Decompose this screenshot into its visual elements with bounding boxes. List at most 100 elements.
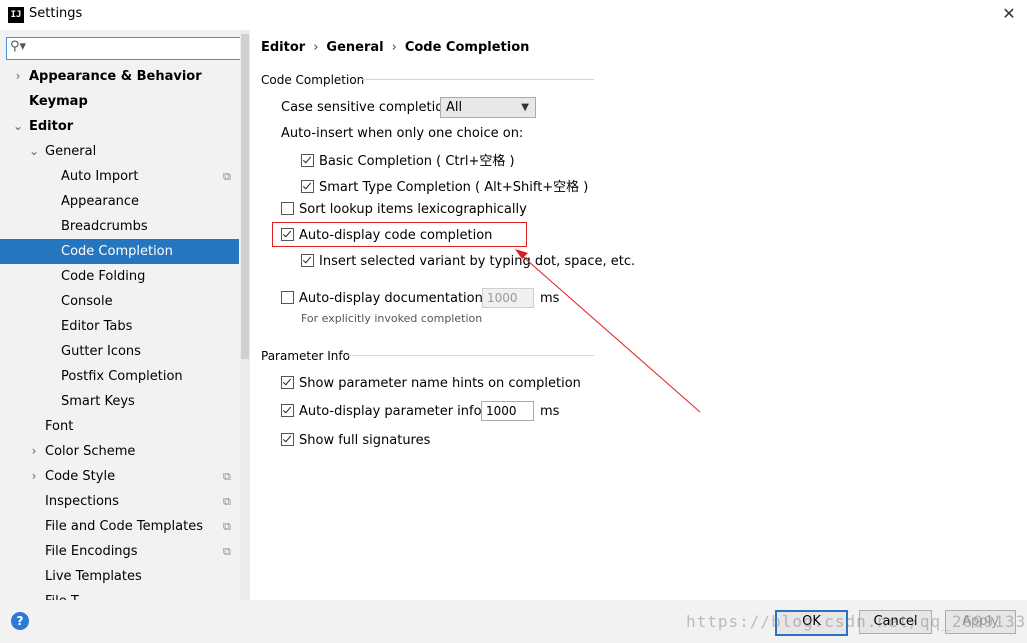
sidebar-item-code-style[interactable]: › Code Style ⧉ xyxy=(0,464,239,489)
show-hints-checkbox[interactable] xyxy=(281,376,294,389)
sidebar-item-label: Code Completion xyxy=(61,244,173,259)
sidebar-item-label: Code Folding xyxy=(61,269,146,284)
show-hints-option[interactable]: Show parameter name hints on completion xyxy=(281,376,581,391)
sidebar-item-label: Editor xyxy=(29,119,74,134)
sidebar-item-editor-tabs[interactable]: Editor Tabs xyxy=(0,314,239,339)
sidebar-item-label: Breadcrumbs xyxy=(61,219,148,234)
sidebar-item-file-encodings[interactable]: File Encodings ⧉ xyxy=(0,539,239,564)
auto-display-docs-label: Auto-display documentation in xyxy=(299,291,499,306)
sidebar-item-label: Console xyxy=(61,294,113,309)
sidebar-item-label: Appearance xyxy=(61,194,140,209)
sidebar-item-code-folding[interactable]: Code Folding xyxy=(0,264,239,289)
basic-completion-checkbox[interactable] xyxy=(301,154,314,167)
sidebar-item-label: Gutter Icons xyxy=(61,344,141,359)
sidebar-item-keymap[interactable]: Keymap xyxy=(0,89,239,114)
sidebar-item-label: File Encodings xyxy=(45,544,138,559)
sidebar-item-inspections[interactable]: Inspections ⧉ xyxy=(0,489,239,514)
chevron-right-icon[interactable]: › xyxy=(12,64,24,89)
auto-display-completion-checkbox[interactable] xyxy=(281,228,294,241)
show-signatures-option[interactable]: Show full signatures xyxy=(281,433,430,448)
sidebar-item-appearance[interactable]: Appearance xyxy=(0,189,239,214)
auto-display-docs-checkbox[interactable] xyxy=(281,291,294,304)
project-scope-icon: ⧉ xyxy=(223,470,231,483)
case-sensitive-label: Case sensitive completion: xyxy=(281,100,456,115)
case-sensitive-value: All xyxy=(446,100,463,115)
chevron-down-icon[interactable]: ⌄ xyxy=(12,114,24,139)
dialog-footer: ? OK Cancel Apply xyxy=(0,600,1027,643)
breadcrumb-general[interactable]: General xyxy=(326,40,383,55)
basic-completion-option[interactable]: Basic Completion ( Ctrl+空格 ) xyxy=(301,150,515,169)
docs-delay-input[interactable] xyxy=(482,288,534,308)
sidebar-item-label: Keymap xyxy=(29,94,88,109)
basic-completion-label: Basic Completion ( Ctrl+空格 ) xyxy=(319,154,515,169)
sidebar-item-breadcrumbs[interactable]: Breadcrumbs xyxy=(0,214,239,239)
param-info-delay-unit: ms xyxy=(540,404,560,419)
sidebar-item-label: Code Style xyxy=(45,469,116,484)
sidebar-item-editor[interactable]: ⌄ Editor xyxy=(0,114,239,139)
insert-selected-variant-checkbox[interactable] xyxy=(301,254,314,267)
auto-insert-label: Auto-insert when only one choice on: xyxy=(281,126,524,141)
project-scope-icon: ⧉ xyxy=(223,520,231,533)
case-sensitive-dropdown[interactable]: All ▼ xyxy=(440,97,536,118)
sidebar-item-label: Appearance & Behavior xyxy=(29,69,202,84)
search-input[interactable] xyxy=(33,40,237,58)
sidebar-item-label: File T... xyxy=(45,589,90,600)
show-hints-label: Show parameter name hints on completion xyxy=(299,376,581,391)
chevron-right-icon[interactable]: › xyxy=(28,439,40,464)
auto-display-param-info-label: Auto-display parameter info in xyxy=(299,404,498,419)
chevron-down-icon: ▼ xyxy=(521,102,529,113)
ok-button[interactable]: OK xyxy=(775,610,848,636)
auto-display-completion-option[interactable]: Auto-display code completion xyxy=(281,228,492,243)
insert-selected-variant-option[interactable]: Insert selected variant by typing dot, s… xyxy=(301,254,635,269)
sidebar-item-file-t[interactable]: File T... xyxy=(0,589,239,600)
sidebar-item-gutter-icons[interactable]: Gutter Icons xyxy=(0,339,239,364)
auto-display-docs-option[interactable]: Auto-display documentation in xyxy=(281,291,499,306)
section-divider xyxy=(346,355,594,356)
title-bar: IJ Settings ✕ xyxy=(0,0,1027,30)
sidebar-item-code-completion[interactable]: Code Completion xyxy=(0,239,239,264)
sidebar-item-postfix-completion[interactable]: Postfix Completion xyxy=(0,364,239,389)
sort-lexicographically-checkbox[interactable] xyxy=(281,202,294,215)
insert-selected-variant-label: Insert selected variant by typing dot, s… xyxy=(319,254,636,269)
sidebar-item-label: Postfix Completion xyxy=(61,369,183,384)
smart-type-completion-label: Smart Type Completion ( Alt+Shift+空格 ) xyxy=(319,180,589,195)
sidebar-item-label: Inspections xyxy=(45,494,119,509)
sidebar-item-font[interactable]: Font xyxy=(0,414,239,439)
settings-tree: › Appearance & Behavior Keymap ⌄ Editor ⌄ Gene… xyxy=(0,64,239,600)
settings-sidebar: ⚲▾ › Appearance & Behavior Keymap ⌄ Editor ⌄ G… xyxy=(0,30,250,600)
section-divider xyxy=(362,79,594,80)
docs-delay-unit: ms xyxy=(540,291,560,306)
chevron-right-icon[interactable]: › xyxy=(28,464,40,489)
smart-type-completion-option[interactable]: Smart Type Completion ( Alt+Shift+空格 ) xyxy=(301,176,588,195)
docs-hint-text: For explicitly invoked completion xyxy=(301,312,483,325)
sidebar-item-label: Smart Keys xyxy=(61,394,135,409)
sidebar-item-general[interactable]: ⌄ General xyxy=(0,139,239,164)
project-scope-icon: ⧉ xyxy=(223,170,231,183)
sidebar-item-auto-import[interactable]: Auto Import ⧉ xyxy=(0,164,239,189)
auto-display-param-info-checkbox[interactable] xyxy=(281,404,294,417)
chevron-down-icon[interactable]: ⌄ xyxy=(28,139,40,164)
auto-display-param-info-option[interactable]: Auto-display parameter info in xyxy=(281,404,498,419)
settings-content: Editor › General › Code Completion Code Comp… xyxy=(251,30,1027,600)
sidebar-scrollbar-thumb[interactable] xyxy=(241,34,249,359)
sidebar-item-label: Editor Tabs xyxy=(61,319,133,334)
sidebar-item-console[interactable]: Console xyxy=(0,289,239,314)
breadcrumb-editor[interactable]: Editor xyxy=(261,40,305,55)
sidebar-item-color-scheme[interactable]: › Color Scheme xyxy=(0,439,239,464)
sidebar-item-label: Auto Import xyxy=(61,169,139,184)
settings-search[interactable]: ⚲▾ xyxy=(6,37,244,60)
sidebar-item-appearance-behavior[interactable]: › Appearance & Behavior xyxy=(0,64,239,89)
breadcrumb-code-completion: Code Completion xyxy=(404,40,530,55)
smart-type-completion-checkbox[interactable] xyxy=(301,180,314,193)
parameter-info-section-title: Parameter Info xyxy=(261,349,350,363)
cancel-button[interactable]: Cancel xyxy=(859,610,932,634)
sort-lexicographically-option[interactable]: Sort lookup items lexicographically xyxy=(281,202,527,217)
help-icon[interactable]: ? xyxy=(11,612,29,630)
sidebar-item-live-templates[interactable]: Live Templates xyxy=(0,564,239,589)
sidebar-item-smart-keys[interactable]: Smart Keys xyxy=(0,389,239,414)
sidebar-item-file-and-code-templates[interactable]: File and Code Templates ⧉ xyxy=(0,514,239,539)
close-icon[interactable]: ✕ xyxy=(999,4,1019,23)
param-info-delay-input[interactable] xyxy=(481,401,534,421)
apply-button[interactable]: Apply xyxy=(945,610,1016,634)
show-signatures-checkbox[interactable] xyxy=(281,433,294,446)
